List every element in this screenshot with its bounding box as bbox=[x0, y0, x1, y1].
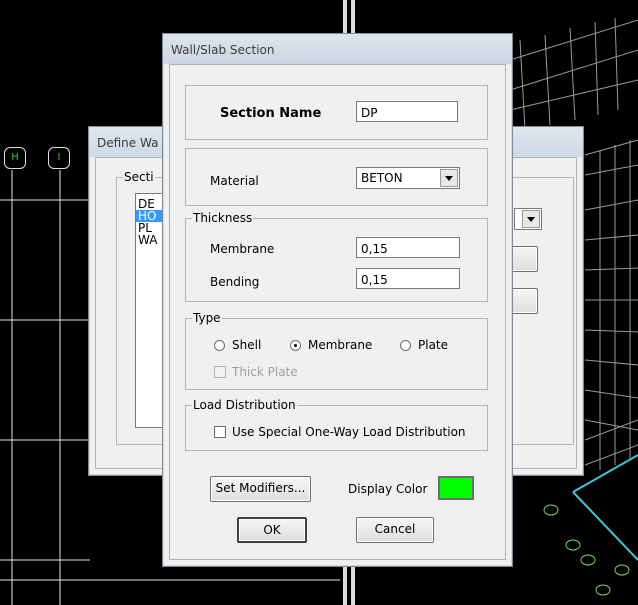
section-name-group: Section Name bbox=[185, 85, 488, 140]
wall-slab-section-dialog: Wall/Slab Section Section Name Material … bbox=[162, 33, 513, 567]
bending-label: Bending bbox=[210, 275, 260, 289]
bending-thickness-input[interactable] bbox=[356, 268, 460, 289]
membrane-thickness-input[interactable] bbox=[356, 237, 460, 258]
sections-group-label: Secti bbox=[123, 170, 155, 184]
thickness-legend: Thickness bbox=[192, 211, 254, 225]
thick-plate-label: Thick Plate bbox=[232, 365, 298, 379]
membrane-label: Membrane bbox=[210, 242, 275, 256]
plate-label[interactable]: Plate bbox=[418, 338, 448, 352]
chevron-down-icon[interactable] bbox=[440, 169, 458, 187]
add-type-dropdown[interactable] bbox=[514, 208, 542, 230]
type-group: Type Shell Membrane Plate Thick Plate bbox=[185, 311, 488, 390]
thickness-group: Thickness Membrane Bending bbox=[185, 211, 488, 302]
section-name-label: Section Name bbox=[220, 106, 322, 121]
display-color-swatch[interactable] bbox=[438, 476, 474, 500]
display-color-label: Display Color bbox=[348, 482, 428, 496]
one-way-load-checkbox[interactable] bbox=[214, 426, 226, 438]
dialog-title: Wall/Slab Section bbox=[171, 43, 275, 57]
type-legend: Type bbox=[192, 311, 222, 325]
set-modifiers-button[interactable]: Set Modifiers... bbox=[210, 476, 311, 502]
chevron-down-icon bbox=[522, 210, 540, 228]
axis-bubble-h: H bbox=[4, 147, 26, 169]
dialog-client: Section Name Material BETON Thickness Me… bbox=[169, 64, 506, 560]
membrane-radio[interactable] bbox=[290, 340, 301, 351]
load-distribution-group: Load Distribution Use Special One-Way Lo… bbox=[185, 398, 488, 451]
load-distribution-legend: Load Distribution bbox=[192, 398, 297, 412]
axis-bubble-i: I bbox=[48, 147, 70, 169]
shell-radio[interactable] bbox=[214, 340, 225, 351]
shell-label[interactable]: Shell bbox=[232, 338, 261, 352]
thick-plate-checkbox[interactable] bbox=[214, 366, 226, 378]
dialog-titlebar[interactable]: Wall/Slab Section bbox=[163, 34, 512, 64]
section-name-input[interactable] bbox=[356, 101, 458, 122]
cancel-button[interactable]: Cancel bbox=[356, 517, 434, 543]
define-sections-title: Define Wa bbox=[97, 136, 159, 150]
material-group: Material BETON bbox=[185, 148, 488, 206]
one-way-load-label[interactable]: Use Special One-Way Load Distribution bbox=[232, 425, 466, 439]
ok-button[interactable]: OK bbox=[237, 517, 307, 543]
membrane-radio-label[interactable]: Membrane bbox=[308, 338, 372, 352]
plate-radio[interactable] bbox=[400, 340, 411, 351]
material-label: Material bbox=[210, 174, 259, 188]
material-selected-value: BETON bbox=[361, 171, 403, 185]
material-select[interactable]: BETON bbox=[356, 167, 460, 189]
